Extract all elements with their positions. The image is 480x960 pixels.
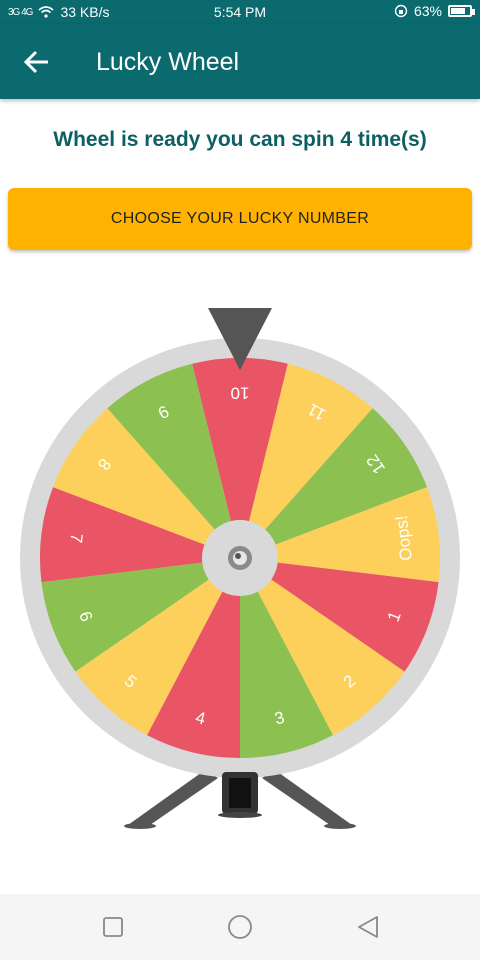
status-bar: 3G 4G 33 KB/s 5:54 PM 63% — [0, 0, 480, 24]
wheel-base — [218, 772, 262, 818]
system-nav-bar — [0, 894, 480, 960]
choose-lucky-number-button[interactable]: CHOOSE YOUR LUCKY NUMBER — [8, 188, 472, 250]
square-recent-icon[interactable] — [98, 912, 128, 942]
page-title: Lucky Wheel — [96, 48, 240, 76]
spin-status-text: Wheel is ready you can spin 4 time(s) — [53, 128, 427, 151]
battery-icon — [448, 5, 475, 17]
lock-rotation-icon — [394, 4, 408, 18]
circle-home-icon[interactable] — [225, 912, 255, 942]
lucky-wheel[interactable]: 10 11 12 Oops! 1 2 3 4 5 6 7 8 9 — [0, 300, 480, 840]
arrow-back-icon[interactable] — [20, 47, 54, 77]
app-bar: Lucky Wheel — [0, 24, 480, 99]
wheel-segment-label: 10 — [231, 384, 250, 403]
triangle-back-icon[interactable] — [353, 912, 383, 942]
battery-percent: 63% — [413, 3, 442, 19]
